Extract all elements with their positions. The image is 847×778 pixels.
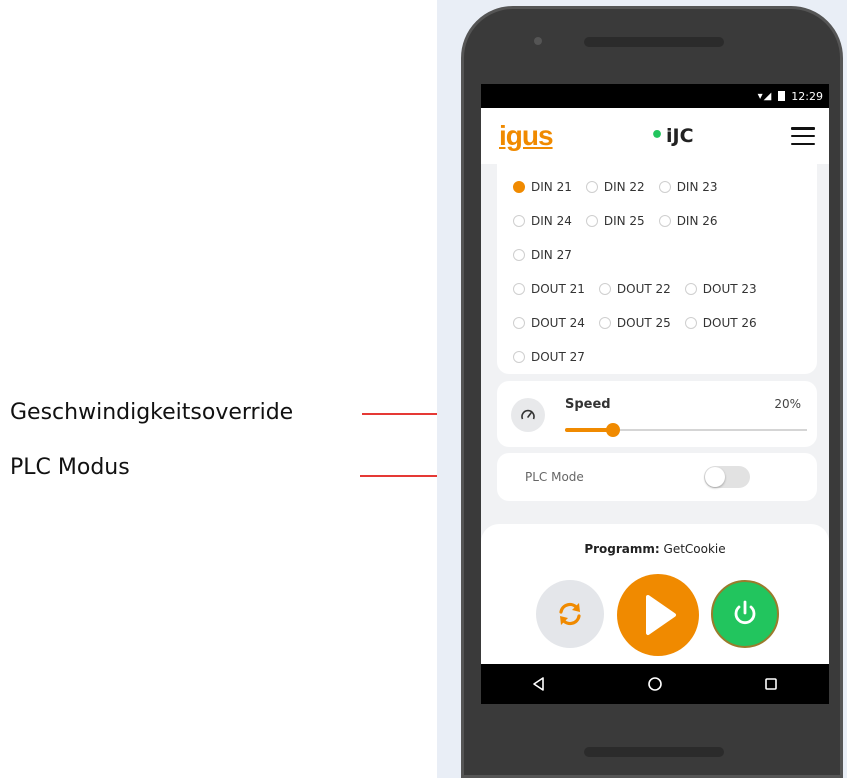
android-nav-bar — [481, 664, 829, 704]
app-brand: • iJC — [649, 123, 694, 148]
io-radio-dout-23[interactable]: DOUT 23 — [684, 282, 757, 296]
io-row: DIN 24 DIN 25 DIN 26 — [513, 204, 803, 238]
io-radio-label: DOUT 21 — [531, 282, 585, 296]
io-row: DOUT 21 DOUT 22 DOUT 23 — [513, 272, 803, 306]
callout-speed-override: Geschwindigkeitsoverride — [10, 400, 294, 425]
io-radio-label: DOUT 25 — [616, 316, 671, 330]
power-icon — [734, 600, 756, 625]
reload-button[interactable] — [536, 580, 604, 648]
radio-indicator — [658, 181, 671, 193]
speed-value: 20% — [774, 397, 801, 411]
io-row: DOUT 27 — [513, 340, 803, 374]
io-radio-label: DIN 21 — [531, 180, 572, 194]
igus-logo[interactable]: igus — [499, 120, 554, 152]
radio-indicator — [513, 215, 525, 227]
status-time: 12:29 — [791, 89, 823, 103]
plc-mode-toggle[interactable] — [704, 466, 750, 488]
io-radio-label: DOUT 22 — [616, 282, 671, 296]
io-radio-label: DOUT 27 — [531, 350, 585, 364]
io-radio-din-26[interactable]: DIN 26 — [658, 214, 718, 228]
recents-square-icon — [765, 678, 777, 690]
radio-indicator — [513, 351, 525, 363]
back-button[interactable] — [524, 669, 554, 699]
program-prefix: Programm: — [584, 542, 660, 556]
home-button[interactable] — [640, 669, 670, 699]
radio-indicator — [513, 283, 525, 295]
radio-indicator — [598, 317, 611, 329]
wifi-signal-icon: ▾◢ — [757, 90, 773, 102]
radio-indicator — [598, 283, 611, 295]
radio-indicator — [585, 181, 598, 193]
speedometer-icon — [511, 398, 545, 432]
brand-dot-icon: • — [649, 123, 665, 148]
io-radio-din-24[interactable]: DIN 24 — [513, 214, 572, 228]
io-selection-card: DIN 21 DIN 22 DIN 23 DIN 24 DIN 25 DIN 26 DIN … — [497, 164, 817, 374]
io-row: DIN 21 DIN 22 DIN 23 — [513, 170, 803, 204]
radio-indicator — [684, 317, 697, 329]
io-radio-dout-24[interactable]: DOUT 24 — [513, 316, 585, 330]
program-line: Programm: GetCookie — [481, 542, 829, 556]
power-button[interactable] — [711, 580, 779, 648]
io-radio-label: DIN 22 — [603, 180, 645, 194]
plc-card: PLC Mode — [497, 453, 817, 501]
radio-indicator — [513, 249, 525, 261]
app-bar: igus • iJC — [481, 108, 829, 164]
io-row: DOUT 24 DOUT 25 DOUT 26 — [513, 306, 803, 340]
radio-indicator — [684, 283, 697, 295]
io-radio-label: DIN 26 — [676, 214, 718, 228]
camera-icon — [534, 37, 542, 45]
io-radio-din-23[interactable]: DIN 23 — [658, 180, 718, 194]
hamburger-menu-icon[interactable] — [791, 127, 815, 145]
home-circle-icon — [648, 677, 662, 691]
io-radio-din-25[interactable]: DIN 25 — [585, 214, 645, 228]
io-radio-dout-26[interactable]: DOUT 26 — [684, 316, 757, 330]
io-row: DIN 27 — [513, 238, 803, 272]
radio-indicator — [513, 181, 525, 193]
io-radio-dout-25[interactable]: DOUT 25 — [598, 316, 671, 330]
program-name: GetCookie — [663, 542, 726, 556]
io-radio-dout-27[interactable]: DOUT 27 — [513, 350, 585, 364]
battery-icon — [778, 91, 786, 101]
play-icon — [646, 595, 676, 635]
io-radio-label: DIN 25 — [603, 214, 645, 228]
back-triangle-icon — [533, 677, 544, 691]
io-radio-label: DOUT 23 — [702, 282, 757, 296]
io-radio-label: DIN 24 — [531, 214, 572, 228]
speed-slider[interactable] — [565, 423, 807, 437]
io-radio-dout-22[interactable]: DOUT 22 — [598, 282, 671, 296]
speed-slider-thumb[interactable] — [606, 423, 621, 437]
plc-mode-label: PLC Mode — [525, 470, 584, 484]
io-radio-din-21[interactable]: DIN 21 — [513, 180, 572, 194]
brand-label: iJC — [666, 125, 694, 147]
io-radio-din-27[interactable]: DIN 27 — [513, 248, 572, 262]
speaker-grille — [584, 37, 724, 47]
io-radio-din-22[interactable]: DIN 22 — [585, 180, 645, 194]
phone-chin-bar — [584, 747, 724, 757]
io-radio-label: DIN 27 — [531, 248, 572, 262]
radio-indicator — [513, 317, 525, 329]
radio-indicator — [658, 215, 671, 227]
speed-card: Speed 20% — [497, 381, 817, 447]
phone-screen: ▾◢ 12:29 igus • iJC DIN 21 DIN 22 DIN 23 DI… — [481, 84, 829, 704]
status-bar: ▾◢ 12:29 — [481, 84, 829, 108]
io-radio-label: DIN 23 — [676, 180, 718, 194]
plc-mode-toggle-knob — [705, 467, 725, 487]
speed-title: Speed — [565, 397, 611, 412]
io-radio-label: DOUT 24 — [531, 316, 585, 330]
sync-icon — [559, 602, 581, 626]
play-button[interactable] — [617, 574, 699, 656]
io-radio-label: DOUT 26 — [702, 316, 757, 330]
radio-indicator — [585, 215, 598, 227]
callout-plc-mode: PLC Modus — [10, 455, 130, 480]
phone-frame: ▾◢ 12:29 igus • iJC DIN 21 DIN 22 DIN 23 DI… — [461, 6, 843, 778]
io-radio-dout-21[interactable]: DOUT 21 — [513, 282, 585, 296]
recents-button[interactable] — [756, 669, 786, 699]
